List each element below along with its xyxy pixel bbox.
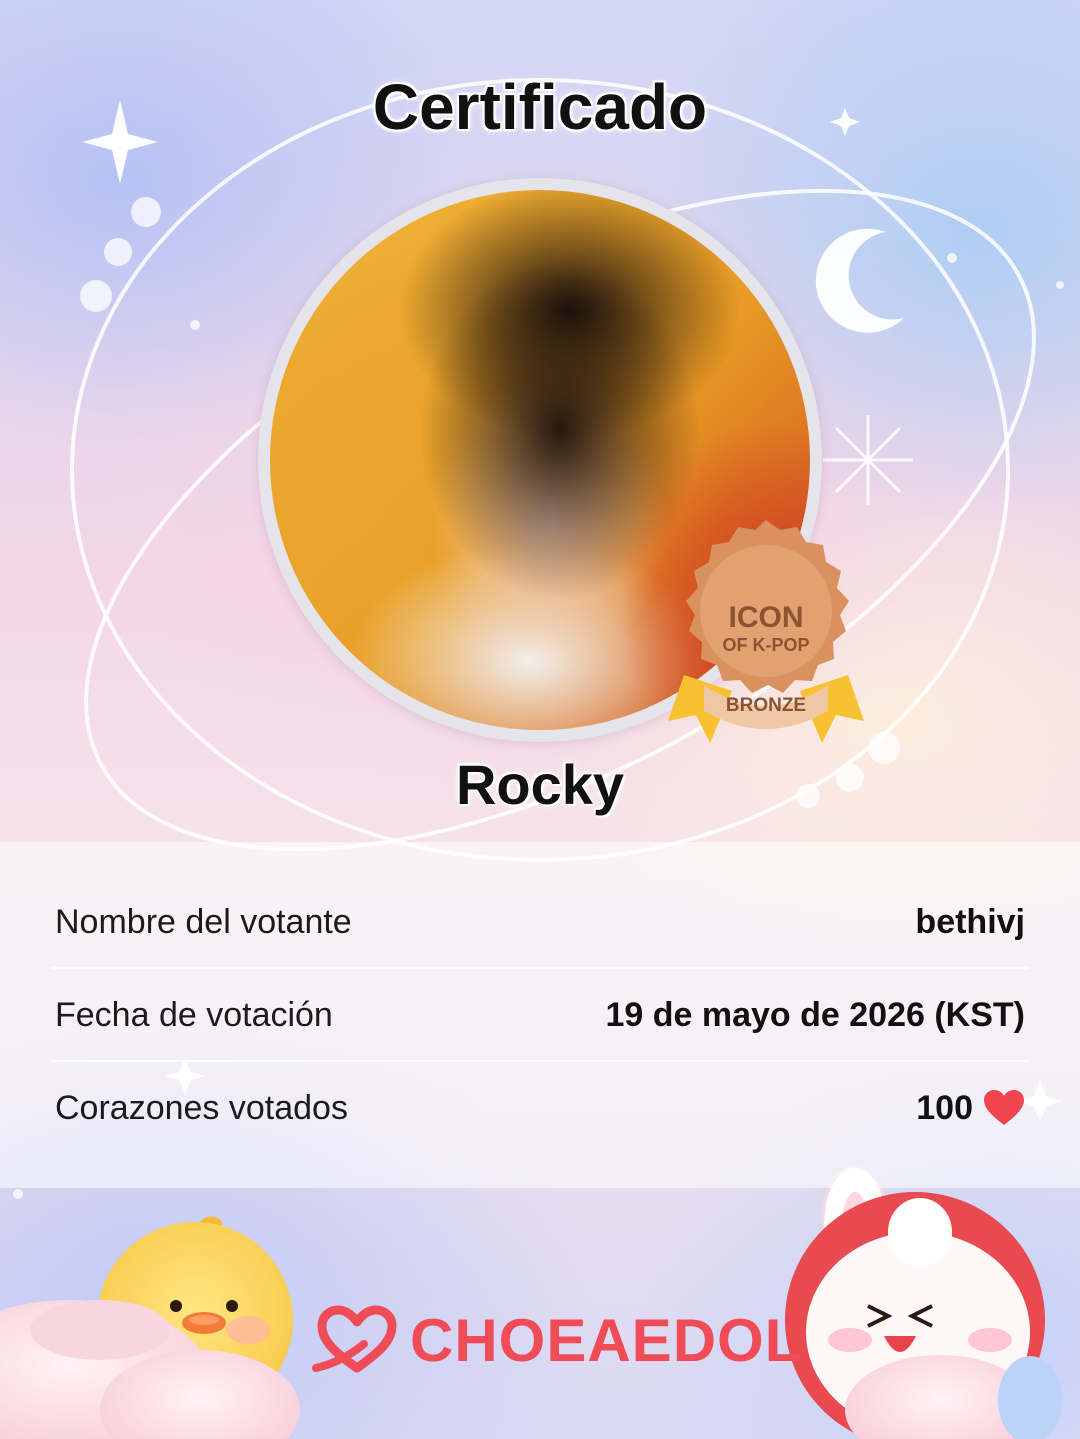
heart-icon — [984, 1090, 1024, 1125]
hearts-row: Corazones votados 100 — [55, 1062, 1025, 1154]
hearts-value-wrap: 100 — [916, 1089, 1025, 1128]
certificate-title: Certificado — [372, 71, 708, 143]
hearts-value: 100 — [916, 1088, 973, 1127]
idol-name: Rocky — [455, 753, 625, 816]
voter-label: Nombre del votante — [55, 902, 352, 941]
choeaedol-logo-icon — [312, 1305, 397, 1373]
date-value: 19 de mayo de 2026 (KST) — [605, 995, 1025, 1034]
date-row: Fecha de votación 19 de mayo de 2026 (KS… — [55, 969, 1025, 1061]
badge-line1: ICON — [729, 601, 804, 634]
choeaedol-logo: CHOEAEDOL — [312, 1300, 802, 1380]
hearts-label: Corazones votados — [55, 1088, 348, 1127]
bronze-badge: ICON OF K-POP BRONZE — [668, 520, 864, 743]
badge-tier: BRONZE — [726, 695, 806, 716]
bunny-mascot — [785, 1164, 1062, 1439]
voter-value: bethivj — [915, 902, 1025, 941]
brand-name: CHOEAEDOL — [410, 1306, 803, 1374]
voter-row: Nombre del votante bethivj — [55, 876, 1025, 968]
date-label: Fecha de votación — [55, 995, 333, 1034]
badge-line2: OF K-POP — [722, 635, 809, 655]
sparkle-icon — [823, 415, 913, 505]
moon-icon — [815, 228, 904, 333]
